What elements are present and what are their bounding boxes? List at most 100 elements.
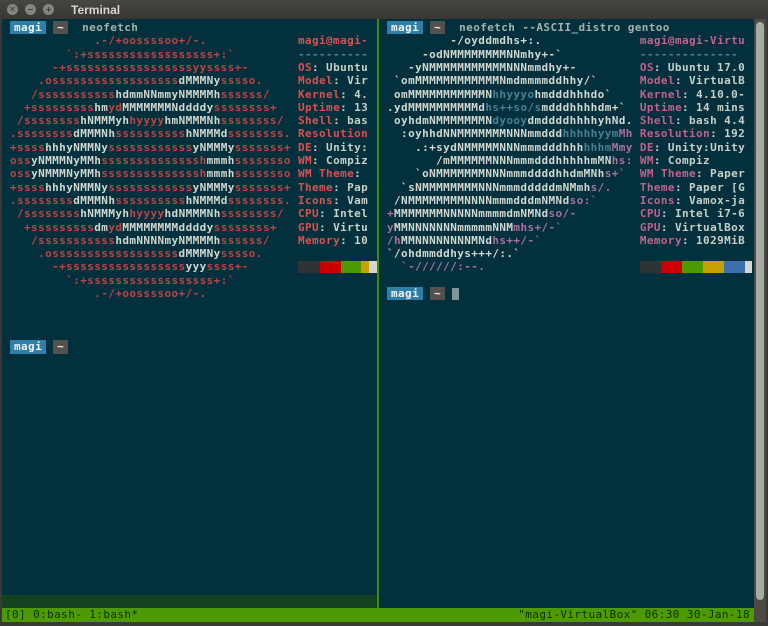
tmux-status-bar: [0] 0:bash- 1:bash* "magi-VirtualBox" 06…: [2, 608, 754, 622]
neofetch-value: : 4.10.0-: [682, 88, 745, 101]
ascii-art-segment: so:`: [570, 194, 598, 207]
ascii-art-segment: .ssssssss: [10, 194, 73, 207]
prompt-user-segment: magi: [387, 287, 423, 300]
ascii-art-segment: hmNMMMNh: [165, 114, 221, 127]
neofetch-label: Memory: [640, 234, 682, 247]
ascii-art-segment: ssss+-: [207, 260, 249, 273]
terminal-line: `sNMMMMMMMMNNNmmmdddddmNMmhs/. Theme: Pa…: [387, 181, 745, 195]
prompt-dir-segment: ~: [53, 21, 68, 34]
terminal-line: /hMMNNNNNNNNMNdhs++/-` Memory: 1029MiB: [387, 234, 745, 248]
neofetch-label: OS: [298, 61, 312, 74]
ascii-art-segment: ssssssssssss: [108, 141, 192, 154]
terminal-line: ossyNMMMNyMMhsssssssssssssshmmmhssssssso…: [10, 154, 368, 168]
titlebar[interactable]: ✕ − + Terminal: [0, 0, 768, 19]
neofetch-value: : Pap: [333, 181, 368, 194]
neofetch-value: : Vam: [333, 194, 368, 207]
neofetch-value: : bash 4.4: [675, 114, 745, 127]
neofetch-value: : VirtualB: [675, 74, 745, 87]
ascii-art-segment: ssssss/: [221, 234, 270, 247]
ascii-art-segment: yNMMMNyMMh: [31, 167, 101, 180]
terminal-line: :oyhhdNNMMMMMMMNNNmmdddhhhhhyymMh Resolu…: [387, 127, 745, 141]
ascii-art-segment: dmddddhhhhyhNd.: [527, 114, 632, 127]
ascii-art-segment: ssssssss+: [214, 101, 277, 114]
neofetch-label: Model: [298, 74, 333, 87]
neofetch-label: Shell: [298, 114, 333, 127]
neofetch-label: Uptime: [640, 101, 682, 114]
terminal-line: yMMNNNNNNNmmmmmNNMmhs+/-` GPU: VirtualBo…: [387, 221, 745, 235]
terminal-line: oyhdmNMMMMMMMNdyooydmddddhhhhyhNd. Shell…: [387, 114, 745, 128]
ascii-art-segment: +sssssssss: [10, 101, 94, 114]
neofetch-label: Theme: [640, 181, 675, 194]
cursor-block: [452, 288, 459, 300]
terminal-line: +ssssssssshmydMMMMMMMNddddyssssssss+ Upt…: [10, 101, 368, 115]
ascii-art-segment: -yNMMMMMMMMMMMNNNmmdhy+-: [387, 61, 577, 74]
ascii-art-segment: MMMMMMMNddddy: [122, 101, 213, 114]
ascii-art-segment: hNMMMyh: [80, 114, 129, 127]
ascii-art-segment: -odNMMMMMMMMNNmhy+-`: [387, 48, 563, 61]
terminal-color-swatch: [320, 261, 341, 273]
ascii-art-segment: oyhdmNMMMMMMMN: [387, 114, 492, 127]
ascii-art-segment: +ssss: [10, 181, 45, 194]
tmux-pane-right[interactable]: magi~ neofetch --ASCII_distro gentoo -/o…: [379, 19, 754, 595]
neofetch-value: : Unity:: [312, 141, 368, 154]
close-button[interactable]: ✕: [7, 4, 18, 15]
ascii-art-segment: hhyyyo: [492, 88, 534, 101]
pane-bottom-band: [2, 595, 377, 608]
ascii-art-segment: `:+ssssssssssssssssss+:`: [10, 48, 235, 61]
maximize-button[interactable]: +: [43, 4, 54, 15]
ascii-art-segment: yNMMMy: [193, 141, 235, 154]
terminal-color-swatch: [703, 261, 724, 273]
neofetch-label: DE: [298, 141, 312, 154]
ascii-art-segment: hm: [94, 101, 108, 114]
terminal-line: `:+ssssssssssssssssss+:`: [10, 274, 235, 288]
scrollbar-thumb[interactable]: [756, 22, 764, 600]
terminal-window: ✕ − + Terminal magi~ neofetch .-/+oossss…: [0, 0, 768, 626]
ascii-art-segment: so/-: [549, 207, 577, 220]
terminal-line: `/ohdmmddhys+++/:.`: [387, 247, 520, 261]
terminal-line: `omMMMMMMMMMMMMNmdmmmmddhhy/` Model: Vir…: [387, 74, 745, 88]
ascii-art-segment: hdNMMMNh: [165, 207, 221, 220]
ascii-art-segment: hhhm: [584, 141, 612, 154]
terminal-color-swatch: [682, 261, 703, 273]
prompt-dir-segment: ~: [430, 287, 445, 300]
tmux-pane-left[interactable]: magi~ neofetch .-/+oossssoo+/-. magi@mag…: [2, 19, 377, 595]
terminal-content: magi~ neofetch .-/+oossssoo+/-. magi@mag…: [2, 19, 754, 622]
ascii-art-segment: hNMMMd: [186, 194, 228, 207]
tmux-session-windows[interactable]: [0] 0:bash- 1:bash*: [2, 608, 138, 622]
ascii-art-segment: dMMMNy: [179, 247, 221, 260]
ascii-art-segment: hs:: [612, 154, 633, 167]
scrollbar-trough[interactable]: [754, 19, 766, 622]
neofetch-value: : 13: [340, 101, 368, 114]
neofetch-value: : Ubuntu 17.0: [654, 61, 745, 74]
ascii-art-segment: hNMMMd: [186, 127, 228, 140]
terminal-line: ossyNMMMNyMMhsssssssssssssshmmmhssssssso…: [10, 167, 361, 181]
ascii-art-segment: /ssssssss: [10, 207, 80, 220]
ascii-art-segment: .ssssssss: [10, 127, 73, 140]
terminal-line: +sssshhhyNMMNyssssssssssssyNMMMysssssss+…: [10, 141, 368, 155]
neofetch-value: : Compiz: [654, 154, 710, 167]
ascii-art-segment: /ssssssss: [10, 114, 80, 127]
ascii-art-segment: .ossssssssssssssssss: [10, 247, 179, 260]
prompt-user-segment: magi: [10, 21, 46, 34]
ascii-art-segment: ssssssssss: [115, 194, 185, 207]
ascii-art-segment: ssssss/: [221, 88, 270, 101]
ascii-art-segment: Mmy: [612, 141, 633, 154]
tmux-host-clock: "magi-VirtualBox" 06:30 30-Jan-18: [518, 608, 754, 622]
ascii-art-segment: ssssssss.: [228, 127, 291, 140]
neofetch-value: : 10: [340, 234, 368, 247]
minimize-button[interactable]: −: [25, 4, 36, 15]
neofetch-label: GPU: [298, 221, 319, 234]
ascii-art-segment: .-/+oossssoo+/-.: [10, 34, 207, 47]
neofetch-value: : Ubuntu: [312, 61, 368, 74]
neofetch-value: : Paper: [696, 167, 745, 180]
terminal-color-swatch: [724, 261, 745, 273]
ascii-art-segment: oss: [10, 154, 31, 167]
ascii-art-segment: sssssss+: [235, 141, 291, 154]
ascii-art-segment: dMMMNh: [73, 127, 115, 140]
ascii-art-segment: hhhyNMMNy: [45, 181, 108, 194]
window-title: Terminal: [71, 3, 120, 17]
ascii-art-segment: mmmh: [207, 167, 235, 180]
neofetch-label: Kernel: [640, 88, 682, 101]
ascii-art-segment: MMNNNNNNNNMNd: [401, 234, 492, 247]
terminal-line: omMMMMMMMMMMMNhhyyyohmdddhhhdo` Kernel: …: [387, 88, 745, 102]
